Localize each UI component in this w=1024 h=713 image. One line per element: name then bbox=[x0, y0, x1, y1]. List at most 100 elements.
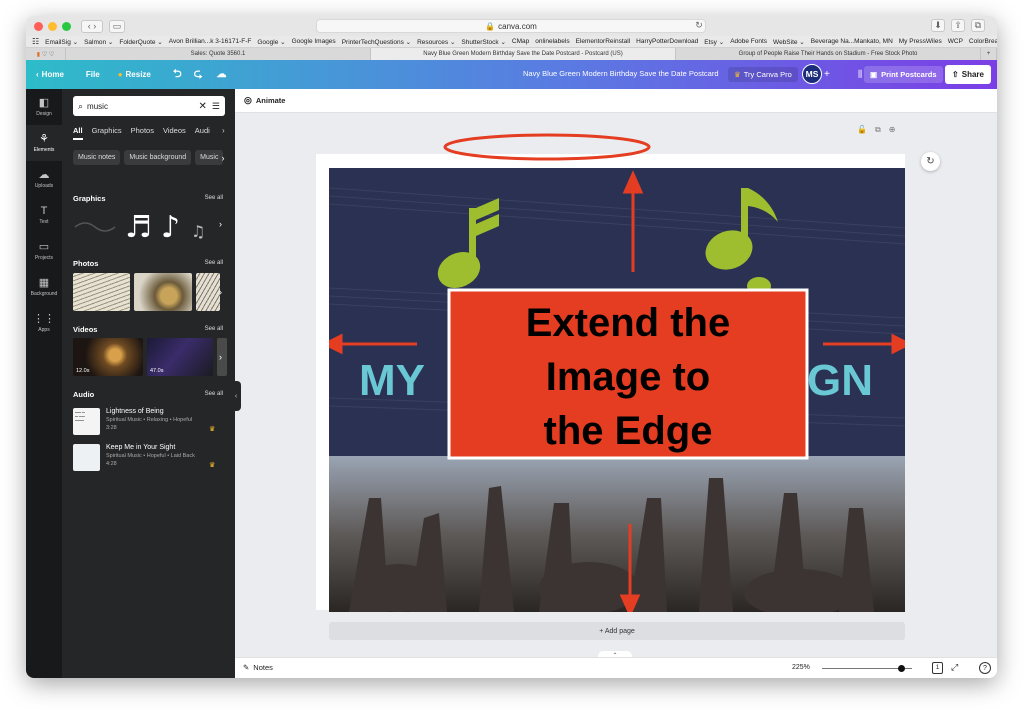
bookmark-item[interactable]: onlinelabels bbox=[535, 38, 569, 45]
lock-page-icon[interactable]: 🔓 bbox=[857, 125, 867, 135]
address-bar[interactable]: 🔒 canva.com bbox=[316, 19, 706, 33]
bookmark-item[interactable]: My PressWiles bbox=[899, 38, 942, 45]
browser-tab[interactable]: Group of People Raise Their Hands on Sta… bbox=[676, 48, 981, 60]
suggestion-chip[interactable]: Music background bbox=[124, 150, 192, 165]
minimize-window-button[interactable] bbox=[48, 21, 57, 31]
animate-button[interactable]: Animate bbox=[256, 96, 286, 105]
add-collaborator-button[interactable]: + bbox=[824, 69, 830, 80]
nav-item-text[interactable]: T Text bbox=[26, 197, 62, 233]
undo-button[interactable]: ⮌ bbox=[173, 65, 182, 84]
design-canvas[interactable]: MY GN Extend the Image to the Edge bbox=[329, 168, 905, 612]
panel-tab[interactable]: Videos bbox=[163, 126, 186, 140]
maximize-window-button[interactable] bbox=[62, 21, 71, 31]
nav-item-design[interactable]: ◧ Design bbox=[26, 89, 62, 125]
photos-see-all[interactable]: See all bbox=[205, 260, 223, 266]
search-input[interactable]: ⌕ music ✕ ☰ bbox=[73, 96, 225, 116]
home-button[interactable]: ‹ Home bbox=[36, 70, 64, 79]
photos-next-icon[interactable]: › bbox=[219, 287, 222, 297]
zoom-slider-handle[interactable] bbox=[898, 665, 905, 672]
graphics-thumbnails[interactable]: ♬ ♪ ♫ bbox=[73, 205, 218, 245]
tabs-chevron-right-icon[interactable]: › bbox=[222, 126, 225, 135]
collapse-panel-button[interactable]: ‹ bbox=[231, 381, 241, 411]
bookmark-item[interactable]: HarryPotterDownload bbox=[636, 38, 698, 45]
bookmark-item[interactable]: ElementorReinstall bbox=[576, 38, 631, 45]
suggestion-chip[interactable]: Music notes bbox=[73, 150, 121, 165]
bookmark-item[interactable]: Beverage Na...Mankato, MN bbox=[811, 38, 893, 45]
audio-see-all[interactable]: See all bbox=[205, 391, 223, 397]
bookmark-item[interactable]: Avon Brillian...k 3-16171-F-F bbox=[169, 38, 252, 45]
photo-thumbnail[interactable] bbox=[134, 273, 192, 311]
video-thumbnail[interactable]: 47.0s bbox=[147, 338, 213, 376]
zoom-level[interactable]: 225% bbox=[792, 664, 810, 671]
graphics-next-icon[interactable]: › bbox=[219, 219, 222, 229]
tab-overview-icon[interactable]: ⧉ bbox=[971, 19, 985, 32]
bookmark-icon[interactable]: ▮ bbox=[37, 51, 40, 58]
bookmark-item[interactable]: PrinterTechQuestions ⌄ bbox=[342, 38, 411, 46]
try-canva-pro-button[interactable]: ♛ Try Canva Pro bbox=[728, 67, 798, 82]
bookmark-item[interactable]: Resources ⌄ bbox=[417, 38, 455, 46]
share-page-icon[interactable]: ⇪ bbox=[951, 19, 965, 32]
bookmark-item[interactable]: WebSite ⌄ bbox=[773, 38, 805, 46]
browser-tab[interactable]: Navy Blue Green Modern Birthday Save the… bbox=[371, 48, 676, 60]
add-page-icon[interactable]: ⊕ bbox=[889, 125, 896, 135]
suggestion-chip[interactable]: Music bbox=[195, 150, 224, 165]
insights-icon[interactable]: ⫼ bbox=[858, 69, 862, 80]
chips-next-icon[interactable]: › bbox=[221, 153, 224, 163]
avatar[interactable]: MS bbox=[802, 64, 822, 84]
bookmark-item[interactable]: Google Images bbox=[292, 38, 336, 45]
panel-tab[interactable]: All bbox=[73, 126, 83, 140]
nav-item-background[interactable]: ▦ Background bbox=[26, 269, 62, 305]
page-count-button[interactable]: 1 bbox=[932, 662, 943, 674]
bookmark-item[interactable]: Adobe Fonts bbox=[730, 38, 767, 45]
panel-tab[interactable]: Audi bbox=[195, 126, 210, 140]
refresh-icon[interactable]: ↻ bbox=[921, 152, 940, 171]
photo-thumbnail[interactable] bbox=[196, 273, 220, 311]
panel-tab[interactable]: Photos bbox=[131, 126, 154, 140]
notes-button[interactable]: ✎ Notes bbox=[243, 663, 273, 672]
rss-icon[interactable]: ♡ bbox=[49, 51, 54, 58]
reload-icon[interactable]: ↻ bbox=[693, 19, 705, 32]
audio-item[interactable]: Keep Me in Your Sight Spiritual Music • … bbox=[73, 444, 195, 471]
nav-item-apps[interactable]: ⋮⋮ Apps bbox=[26, 305, 62, 341]
audio-item[interactable]: ▬▬ ▬ ▬ ▬▬ ▬▬▬ Lightness of Being Spiritual… bbox=[73, 408, 192, 435]
grid-icon[interactable]: ☷ bbox=[32, 37, 39, 46]
videos-next-icon[interactable]: › bbox=[219, 352, 222, 362]
file-menu[interactable]: File bbox=[86, 70, 100, 79]
bookmark-item[interactable]: WCP bbox=[948, 38, 963, 45]
add-page-button[interactable]: + Add page bbox=[329, 622, 905, 640]
fullscreen-icon[interactable]: ⤢ bbox=[951, 662, 958, 673]
duplicate-page-icon[interactable]: ⧉ bbox=[875, 125, 881, 135]
reader-icon[interactable]: ♡ bbox=[42, 51, 47, 58]
bookmark-item[interactable]: ShutterStock ⌄ bbox=[461, 38, 505, 46]
video-thumbnail[interactable]: 12.0s bbox=[73, 338, 143, 376]
nav-item-uploads[interactable]: ☁ Uploads bbox=[26, 161, 62, 197]
help-button[interactable]: ? bbox=[979, 662, 991, 674]
panel-tab[interactable]: Graphics bbox=[92, 126, 122, 140]
bookmark-item[interactable]: Etsy ⌄ bbox=[704, 38, 724, 46]
resize-button[interactable]: ● Resize bbox=[118, 70, 151, 79]
graphics-see-all[interactable]: See all bbox=[205, 195, 223, 201]
browser-tab[interactable]: Sales: Quote 3560.1 bbox=[66, 48, 371, 60]
sidebar-toggle-icon[interactable]: ▭ bbox=[109, 19, 125, 33]
photo-thumbnail[interactable] bbox=[73, 273, 130, 311]
design-page[interactable]: MY GN Extend the Image to the Edge bbox=[316, 154, 905, 612]
nav-item-projects[interactable]: ▭ Projects bbox=[26, 233, 62, 269]
bookmark-item[interactable]: Google ⌄ bbox=[257, 38, 285, 46]
design-title[interactable]: Navy Blue Green Modern Birthday Save the… bbox=[523, 69, 719, 78]
bookmark-item[interactable]: Salmon ⌄ bbox=[84, 38, 113, 46]
bookmark-item[interactable]: FolderQuote ⌄ bbox=[119, 38, 162, 46]
new-tab-button[interactable]: + bbox=[981, 48, 997, 60]
nav-item-elements[interactable]: ⚘ Elements bbox=[26, 125, 62, 161]
cloud-saved-icon[interactable]: ☁ bbox=[217, 69, 227, 80]
downloads-icon[interactable]: ⬇ bbox=[931, 19, 945, 32]
close-window-button[interactable] bbox=[34, 21, 43, 31]
share-button[interactable]: ⇧ Share bbox=[945, 65, 991, 84]
print-postcards-button[interactable]: ▣ Print Postcards bbox=[864, 66, 943, 83]
clear-search-icon[interactable]: ✕ bbox=[199, 101, 207, 112]
filter-icon[interactable]: ☰ bbox=[212, 101, 220, 112]
bookmark-item[interactable]: EmailSig ⌄ bbox=[45, 38, 78, 46]
redo-button[interactable]: ⮎ bbox=[194, 65, 203, 84]
videos-see-all[interactable]: See all bbox=[205, 326, 223, 332]
back-forward-buttons[interactable]: ‹ › bbox=[81, 19, 103, 33]
bookmark-item[interactable]: ColorBreakdownAdobe bbox=[969, 38, 997, 45]
